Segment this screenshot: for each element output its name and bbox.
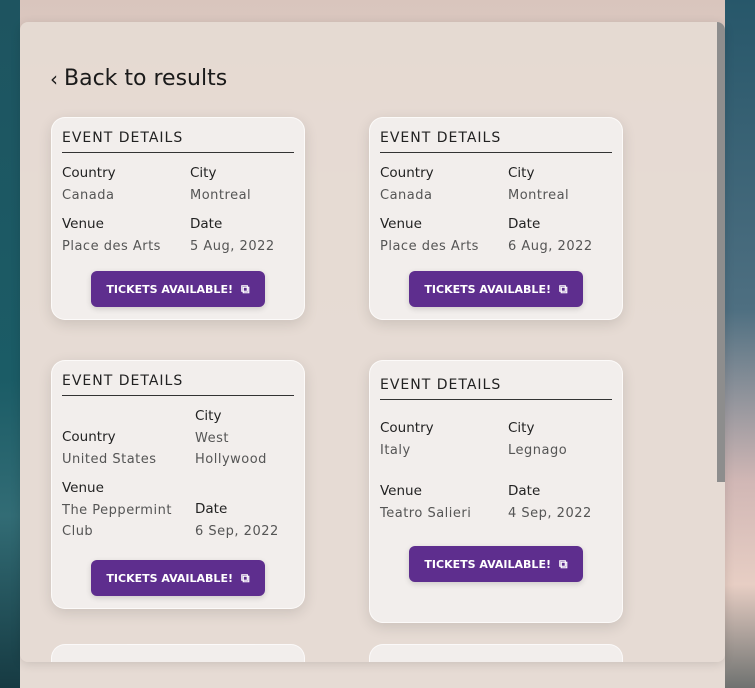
country-label: Country — [62, 165, 116, 181]
tickets-available-button[interactable]: TICKETS AVAILABLE! ⧉ — [91, 560, 265, 596]
external-link-icon: ⧉ — [240, 281, 250, 296]
date-value: 6 Aug, 2022 — [508, 239, 593, 254]
button-label: TICKETS AVAILABLE! — [424, 557, 551, 571]
city-label: City — [508, 420, 535, 436]
event-card-partial — [51, 644, 305, 662]
venue-value: The Peppermint Club — [62, 503, 172, 539]
date-label: Date — [195, 501, 228, 517]
city-value: Legnago — [508, 443, 568, 458]
country-value: United States — [62, 452, 157, 467]
date-label: Date — [508, 216, 541, 232]
venue-label: Venue — [62, 480, 104, 496]
event-card-partial — [369, 644, 623, 662]
card-title: EVENT DETAILS — [380, 130, 612, 153]
venue-label: Venue — [380, 483, 422, 499]
date-value: 4 Sep, 2022 — [508, 506, 592, 521]
button-label: TICKETS AVAILABLE! — [106, 571, 233, 585]
tickets-available-button[interactable]: TICKETS AVAILABLE! ⧉ — [409, 546, 583, 582]
button-label: TICKETS AVAILABLE! — [424, 282, 551, 296]
external-link-icon: ⧉ — [240, 570, 250, 585]
event-card: EVENT DETAILS Country Italy City Legnago V… — [369, 360, 623, 623]
venue-label: Venue — [380, 216, 422, 232]
venue-value: Teatro Salieri — [380, 506, 472, 521]
city-label: City — [195, 408, 222, 424]
external-link-icon: ⧉ — [558, 281, 568, 296]
card-title: EVENT DETAILS — [380, 377, 612, 400]
country-value: Canada — [380, 188, 433, 203]
city-value: West Hollywood — [195, 431, 267, 467]
date-label: Date — [190, 216, 223, 232]
country-label: Country — [380, 165, 434, 181]
country-value: Italy — [380, 443, 411, 458]
tickets-available-button[interactable]: TICKETS AVAILABLE! ⧉ — [91, 271, 265, 307]
city-label: City — [190, 165, 217, 181]
venue-value: Place des Arts — [380, 239, 479, 254]
country-value: Canada — [62, 188, 115, 203]
venue-label: Venue — [62, 216, 104, 232]
date-value: 5 Aug, 2022 — [190, 239, 275, 254]
event-card: EVENT DETAILS Country United States City W… — [51, 360, 305, 609]
city-value: Montreal — [508, 188, 570, 203]
country-label: Country — [62, 429, 116, 445]
back-to-results-link[interactable]: ‹ Back to results — [50, 66, 227, 91]
country-label: Country — [380, 420, 434, 436]
date-value: 6 Sep, 2022 — [195, 524, 279, 539]
city-value: Montreal — [190, 188, 252, 203]
card-title: EVENT DETAILS — [62, 373, 294, 396]
card-title: EVENT DETAILS — [62, 130, 294, 153]
back-link-label: Back to results — [64, 66, 228, 91]
button-label: TICKETS AVAILABLE! — [106, 282, 233, 296]
venue-value: Place des Arts — [62, 239, 161, 254]
tickets-available-button[interactable]: TICKETS AVAILABLE! ⧉ — [409, 271, 583, 307]
city-label: City — [508, 165, 535, 181]
background-right — [725, 0, 755, 688]
date-label: Date — [508, 483, 541, 499]
background-left — [0, 0, 20, 688]
scrollbar[interactable] — [717, 22, 725, 482]
event-card: EVENT DETAILS Country Canada City Montreal… — [369, 117, 623, 320]
external-link-icon: ⧉ — [558, 556, 568, 571]
event-card: EVENT DETAILS Country Canada City Montreal… — [51, 117, 305, 320]
event-results-panel[interactable]: ‹ Back to results EVENT DETAILS Country C… — [20, 22, 725, 662]
chevron-left-icon: ‹ — [50, 66, 58, 91]
